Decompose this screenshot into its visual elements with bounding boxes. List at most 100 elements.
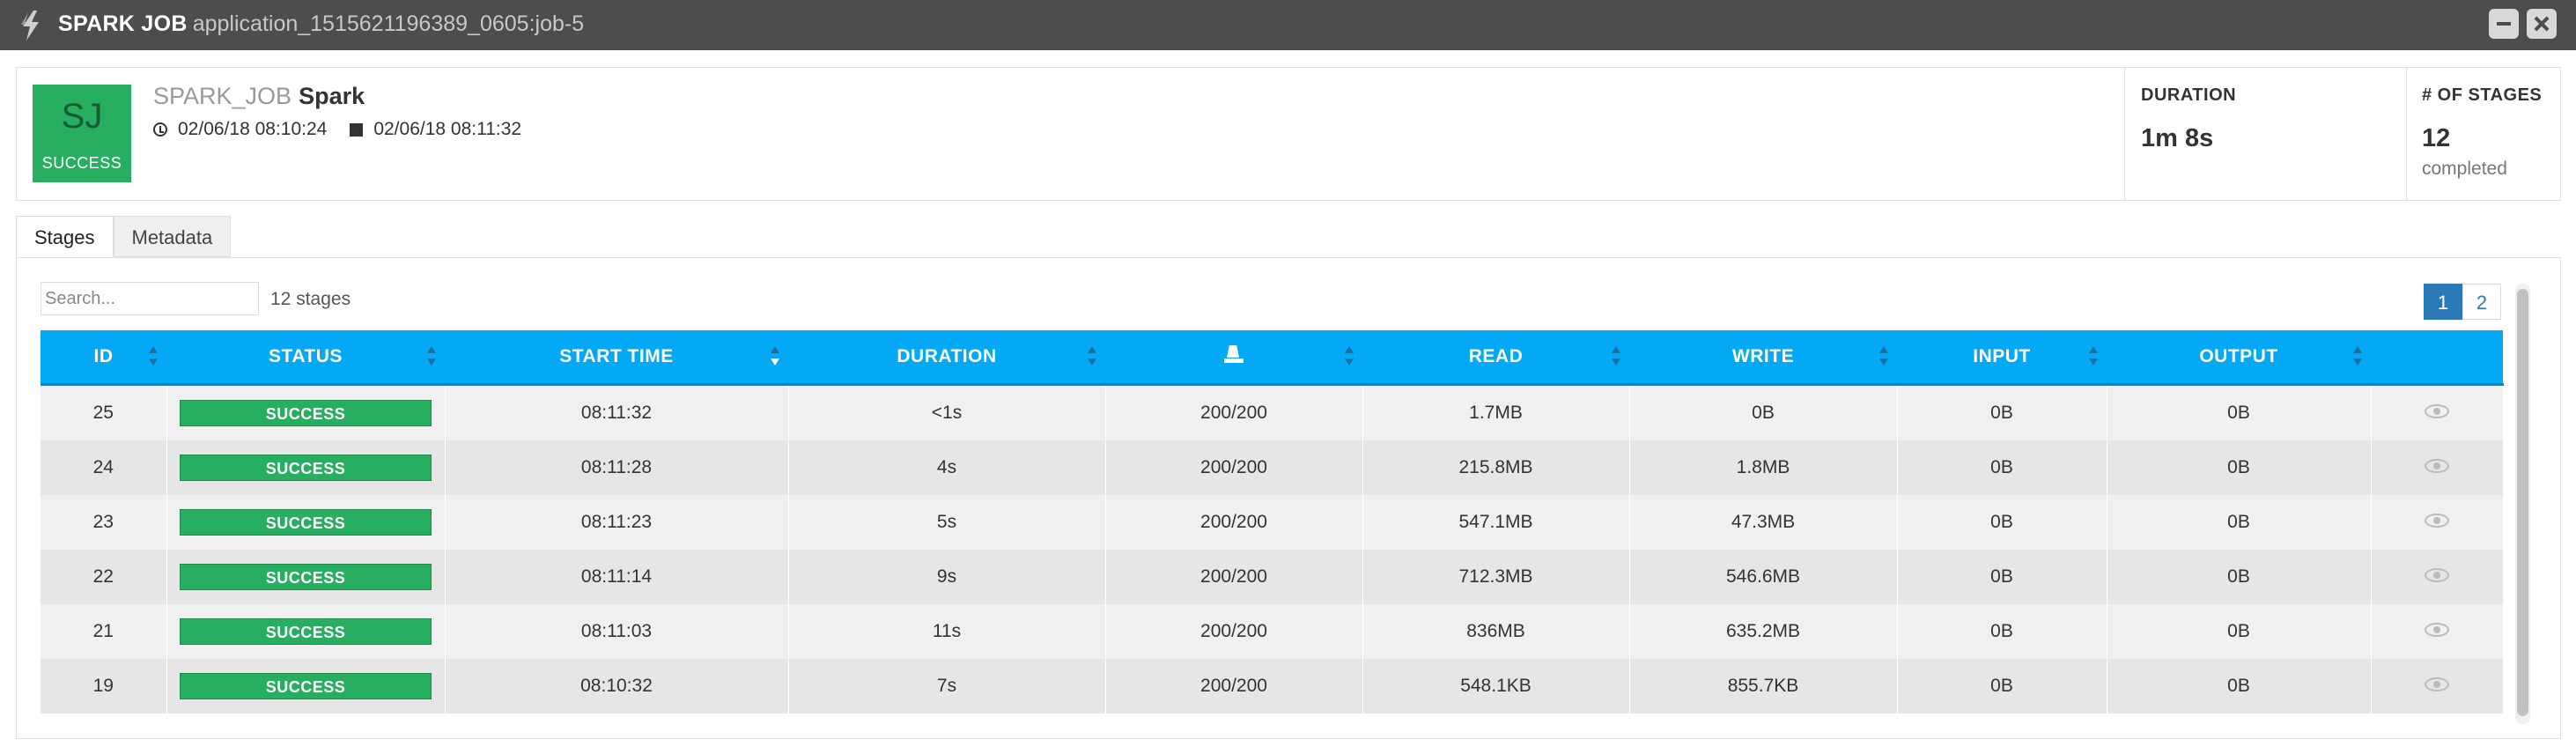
- cell-read: 215.8MB: [1362, 440, 1630, 495]
- eye-icon[interactable]: [2425, 514, 2449, 528]
- stages-value: 12: [2422, 124, 2451, 152]
- cell-tasks: 200/200: [1105, 659, 1363, 713]
- duration-label: DURATION: [2141, 85, 2237, 105]
- sort-icon[interactable]: [1879, 346, 1888, 367]
- col-output[interactable]: OUTPUT: [2107, 330, 2371, 386]
- cell-write: 546.6MB: [1629, 550, 1898, 604]
- col-tasks[interactable]: [1105, 330, 1362, 386]
- col-input[interactable]: INPUT: [1897, 330, 2107, 386]
- search-input[interactable]: [41, 282, 259, 315]
- col-start-time-label: START TIME: [559, 346, 674, 366]
- window-title-id: application_1515621196389_0605:job-5: [192, 11, 585, 36]
- col-input-label: INPUT: [1973, 346, 2031, 366]
- table-row[interactable]: 25 SUCCESS 08:11:32 <1s 200/200 1.7MB 0B…: [41, 384, 2504, 440]
- cell-input: 0B: [1897, 495, 2107, 550]
- cell-input: 0B: [1897, 659, 2107, 713]
- cell-output: 0B: [2107, 604, 2372, 659]
- table-header: ID STATUS START TIME DURATION READ WRITE…: [41, 330, 2503, 386]
- col-read[interactable]: READ: [1362, 330, 1629, 386]
- eye-icon[interactable]: [2425, 404, 2449, 418]
- cell-id: 22: [41, 550, 167, 604]
- eye-icon[interactable]: [2425, 459, 2449, 473]
- sort-icon[interactable]: [2353, 346, 2362, 367]
- tab-bar: Stages Metadata: [16, 216, 232, 258]
- cell-write: 855.7KB: [1629, 659, 1898, 713]
- col-status-label: STATUS: [269, 346, 343, 366]
- job-status-text: SUCCESS: [41, 154, 122, 172]
- job-name: Spark: [299, 83, 365, 109]
- col-start-time[interactable]: START TIME: [445, 330, 788, 386]
- job-initials: SJ: [61, 97, 103, 136]
- stage-count: 12 stages: [270, 289, 351, 309]
- cell-actions: [2371, 495, 2504, 550]
- cell-output: 0B: [2107, 495, 2372, 550]
- cell-output: 0B: [2107, 550, 2372, 604]
- cell-duration: 11s: [788, 604, 1106, 659]
- job-status-badge: SJ SUCCESS: [33, 85, 131, 182]
- sort-icon[interactable]: [149, 346, 158, 367]
- page-1-button[interactable]: 1: [2424, 284, 2462, 320]
- col-duration[interactable]: DURATION: [788, 330, 1105, 386]
- tasks-icon: [1224, 345, 1244, 363]
- cell-input: 0B: [1897, 384, 2107, 440]
- cell-start: 08:11:14: [445, 550, 789, 604]
- status-badge: SUCCESS: [180, 564, 432, 590]
- cell-output: 0B: [2107, 440, 2372, 495]
- cell-duration: <1s: [788, 384, 1106, 440]
- table-row[interactable]: 23 SUCCESS 08:11:23 5s 200/200 547.1MB 4…: [41, 495, 2504, 550]
- cell-actions: [2371, 604, 2504, 659]
- scrollbar-thumb[interactable]: [2517, 289, 2528, 716]
- cell-id: 21: [41, 604, 167, 659]
- cell-duration: 5s: [788, 495, 1106, 550]
- col-output-label: OUTPUT: [2199, 346, 2278, 366]
- status-badge: SUCCESS: [180, 618, 432, 645]
- cell-input: 0B: [1897, 550, 2107, 604]
- table-row[interactable]: 19 SUCCESS 08:10:32 7s 200/200 548.1KB 8…: [41, 659, 2504, 713]
- status-badge: SUCCESS: [180, 673, 432, 699]
- vertical-scrollbar[interactable]: [2515, 284, 2530, 724]
- tab-stages[interactable]: Stages: [16, 216, 114, 257]
- cell-tasks: 200/200: [1105, 604, 1363, 659]
- sort-desc-icon[interactable]: [771, 346, 779, 367]
- page-2-button[interactable]: 2: [2462, 284, 2501, 320]
- title-bar: SPARK JOB application_1515621196389_0605:…: [0, 0, 2576, 50]
- cell-output: 0B: [2107, 659, 2372, 713]
- eye-icon[interactable]: [2425, 568, 2449, 582]
- sort-icon[interactable]: [427, 346, 436, 367]
- sort-icon[interactable]: [1612, 346, 1620, 367]
- cell-id: 23: [41, 495, 167, 550]
- close-button[interactable]: [2527, 9, 2557, 39]
- cell-input: 0B: [1897, 604, 2107, 659]
- col-status[interactable]: STATUS: [166, 330, 445, 386]
- col-write[interactable]: WRITE: [1629, 330, 1897, 386]
- pagination: 1 2: [2424, 284, 2501, 320]
- cell-read: 712.3MB: [1362, 550, 1630, 604]
- stop-icon: [350, 122, 364, 137]
- col-id-label: ID: [93, 346, 114, 366]
- tab-metadata[interactable]: Metadata: [113, 216, 232, 257]
- sort-icon[interactable]: [1088, 346, 1096, 367]
- cell-tasks: 200/200: [1105, 440, 1363, 495]
- table-row[interactable]: 24 SUCCESS 08:11:28 4s 200/200 215.8MB 1…: [41, 440, 2504, 495]
- table-row[interactable]: 21 SUCCESS 08:11:03 11s 200/200 836MB 63…: [41, 604, 2504, 659]
- status-badge: SUCCESS: [180, 509, 432, 536]
- job-start-time: 02/06/18 08:10:24: [178, 119, 328, 139]
- cell-start: 08:11:03: [445, 604, 789, 659]
- cell-output: 0B: [2107, 384, 2372, 440]
- cell-duration: 4s: [788, 440, 1106, 495]
- col-id[interactable]: ID: [41, 330, 166, 386]
- eye-icon[interactable]: [2425, 623, 2449, 637]
- status-badge: SUCCESS: [180, 455, 432, 481]
- eye-icon[interactable]: [2425, 677, 2449, 691]
- cell-actions: [2371, 384, 2504, 440]
- table-row[interactable]: 22 SUCCESS 08:11:14 9s 200/200 712.3MB 5…: [41, 550, 2504, 604]
- duration-value: 1m 8s: [2141, 124, 2214, 152]
- cell-duration: 7s: [788, 659, 1106, 713]
- minimize-button[interactable]: [2489, 9, 2519, 39]
- cell-status: SUCCESS: [166, 495, 446, 550]
- cell-status: SUCCESS: [166, 604, 446, 659]
- sort-icon[interactable]: [2089, 346, 2098, 367]
- sort-icon[interactable]: [1345, 346, 1354, 367]
- cell-status: SUCCESS: [166, 550, 446, 604]
- window-title-type: SPARK JOB: [58, 11, 188, 36]
